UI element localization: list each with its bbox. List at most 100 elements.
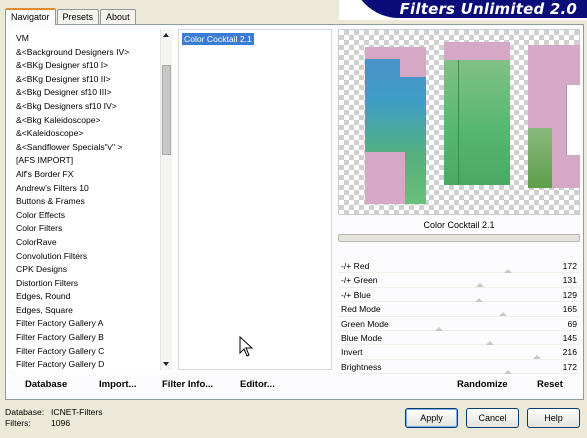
category-item[interactable]: &<Bkg Kaleidoscope>	[16, 114, 129, 128]
scroll-thumb[interactable]	[162, 65, 171, 155]
preview-shape	[365, 152, 405, 204]
parameter-row[interactable]: Green Mode 69	[338, 317, 580, 331]
filter-info-button[interactable]: Filter Info...	[162, 379, 213, 390]
slider-thumb[interactable]	[476, 283, 485, 288]
category-item[interactable]: Andrew's Filters 10	[16, 182, 129, 196]
parameter-row[interactable]: Red Mode 165	[338, 302, 580, 317]
database-info: Database: ICNET-Filters Filters: 1096	[5, 407, 103, 429]
slider-thumb[interactable]	[503, 369, 512, 374]
category-item[interactable]: Convolution Filters	[16, 250, 129, 264]
preview-zoom-slider[interactable]	[338, 234, 580, 242]
tab-presets[interactable]: Presets	[56, 9, 100, 24]
parameter-label: Invert	[341, 347, 363, 358]
parameter-label: -/+ Green	[341, 275, 378, 286]
category-item[interactable]: Filter Factory Gallery C	[16, 345, 129, 359]
filters-count-value: 1096	[51, 418, 71, 428]
slider-thumb[interactable]	[435, 326, 444, 331]
filters-count-label: Filters:	[5, 418, 31, 428]
randomize-button[interactable]: Randomize	[457, 379, 508, 390]
cancel-button[interactable]: Cancel	[466, 408, 519, 428]
category-list[interactable]: VM &<Background Designers IV> &<BKg Design…	[11, 29, 172, 370]
category-item[interactable]: &<Kaleidoscope>	[16, 127, 129, 141]
database-button[interactable]: Database	[25, 379, 67, 390]
category-item[interactable]: Distortion Filters	[16, 277, 129, 291]
category-item[interactable]: Color Effects	[16, 209, 129, 223]
tab-navigator[interactable]: Navigator	[5, 8, 56, 25]
preview-panel-right	[528, 45, 580, 188]
category-item[interactable]: [AFS IMPORT]	[16, 154, 129, 168]
category-item[interactable]: &<BKg Designer sf10 II>	[16, 73, 129, 87]
category-item[interactable]: Filter Factory Gallery A	[16, 317, 129, 331]
mouse-cursor-icon	[239, 336, 254, 357]
category-item[interactable]: &<Bkg Designer sf10 III>	[16, 86, 129, 100]
parameter-value: 69	[567, 318, 577, 329]
preview-shape	[566, 85, 580, 155]
database-value: ICNET-Filters	[51, 407, 103, 417]
parameter-row[interactable]: Brightness 172	[338, 360, 580, 375]
preview-shape	[400, 47, 426, 77]
category-item[interactable]: VM	[16, 32, 129, 46]
database-label: Database:	[5, 407, 45, 417]
category-scrollbar[interactable]	[160, 29, 172, 370]
scroll-down-icon[interactable]	[163, 362, 169, 366]
category-items: VM &<Background Designers IV> &<BKg Design…	[16, 32, 129, 370]
parameter-value: 216	[562, 347, 577, 358]
app-title: Filters Unlimited 2.0	[399, 0, 577, 18]
slider-thumb[interactable]	[485, 340, 494, 345]
parameter-value: 172	[562, 261, 577, 271]
parameter-label: -/+ Blue	[341, 289, 371, 300]
slider-thumb[interactable]	[503, 269, 512, 273]
apply-button[interactable]: Apply	[405, 408, 458, 428]
preview-image	[338, 29, 580, 215]
parameter-label: Green Mode	[341, 318, 389, 329]
filter-item-selected[interactable]: Color Cocktail 2.1	[182, 33, 254, 45]
category-item[interactable]: ColorRave	[16, 236, 129, 250]
parameter-value: 165	[562, 304, 577, 315]
slider-thumb[interactable]	[475, 297, 484, 302]
parameter-label: Red Mode	[341, 304, 381, 315]
category-item[interactable]: &<Sandflower Specials"v" >	[16, 141, 129, 155]
filter-list[interactable]: Color Cocktail 2.1	[178, 29, 332, 370]
help-button[interactable]: Help	[527, 408, 580, 428]
navigator-panel: VM &<Background Designers IV> &<BKg Design…	[5, 24, 584, 400]
scroll-up-icon[interactable]	[163, 33, 169, 37]
parameter-row[interactable]: -/+ Red 172	[338, 259, 580, 274]
category-item[interactable]: Edges, Square	[16, 304, 129, 318]
preview-shape	[528, 128, 552, 188]
editor-button[interactable]: Editor...	[240, 379, 275, 390]
slider-thumb[interactable]	[532, 355, 541, 360]
category-item[interactable]: Color Filters	[16, 222, 129, 236]
category-item[interactable]: Filter Factory Gallery D	[16, 358, 129, 370]
parameter-label: -/+ Red	[341, 261, 370, 271]
category-item[interactable]: Filter Factory Gallery B	[16, 331, 129, 345]
parameter-label: Brightness	[341, 361, 382, 372]
slider-thumb[interactable]	[498, 312, 507, 317]
parameter-value: 129	[562, 289, 577, 300]
parameter-row[interactable]: Invert 216	[338, 345, 580, 360]
preview-shape	[444, 42, 510, 60]
parameter-value: 131	[562, 275, 577, 286]
parameter-label: Blue Mode	[341, 332, 383, 343]
parameter-row[interactable]: -/+ Blue 129	[338, 288, 580, 303]
category-item[interactable]: Alf's Border FX	[16, 168, 129, 182]
import-button[interactable]: Import...	[99, 379, 136, 390]
tab-bar: Navigator Presets About	[5, 8, 137, 25]
category-item[interactable]: &<Background Designers IV>	[16, 46, 129, 60]
parameter-list: -/+ Red 172 -/+ Green 131 -/+ Blue 129 Red Mod…	[338, 259, 580, 375]
preview-panel-middle	[444, 42, 510, 185]
preview-shape	[458, 60, 459, 185]
bottom-toolbar: Database Import... Filter Info... Editor…	[11, 375, 580, 397]
parameter-row[interactable]: -/+ Green 131	[338, 273, 580, 288]
preview-panel-left	[365, 47, 426, 204]
tab-about[interactable]: About	[100, 9, 136, 24]
preview-filter-name: Color Cocktail 2.1	[423, 220, 495, 230]
category-item[interactable]: CPK Designs	[16, 263, 129, 277]
category-item[interactable]: &<BKg Designer sf10 I>	[16, 59, 129, 73]
parameter-value: 172	[562, 361, 577, 372]
parameter-row[interactable]: Blue Mode 145	[338, 331, 580, 346]
category-item[interactable]: Edges, Round	[16, 290, 129, 304]
title-banner: Filters Unlimited 2.0	[339, 0, 587, 20]
category-item[interactable]: &<Bkg Designers sf10 IV>	[16, 100, 129, 114]
category-item[interactable]: Buttons & Frames	[16, 195, 129, 209]
reset-button[interactable]: Reset	[537, 379, 563, 390]
